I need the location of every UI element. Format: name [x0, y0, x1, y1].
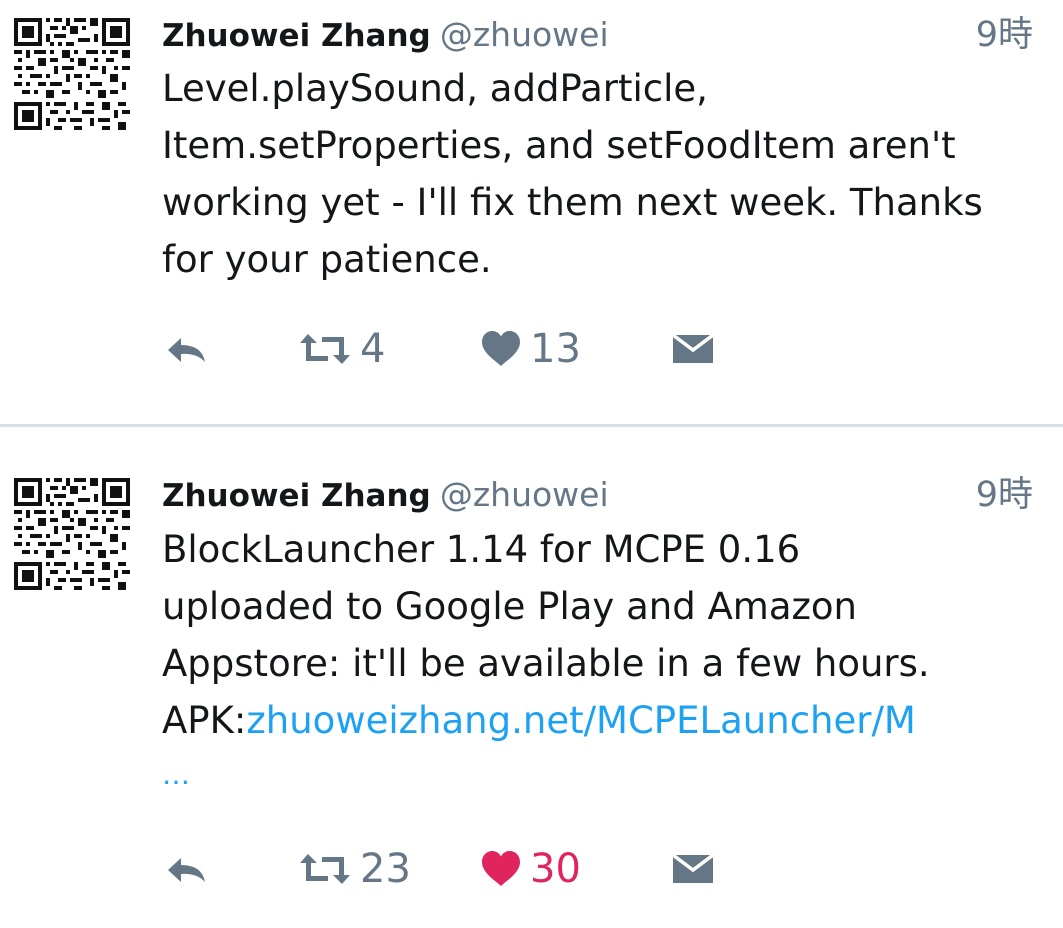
- tweet-text: Level.playSound, addParticle, Item.setPr…: [162, 60, 1042, 288]
- tweet-text: BlockLauncher 1.14 for MCPE 0.16 uploade…: [162, 521, 1042, 749]
- heart-icon: [482, 851, 520, 886]
- tweet-header: Zhuowei Zhang @zhuowei 9時: [162, 10, 1033, 60]
- author-handle[interactable]: @zhuowei: [440, 15, 609, 54]
- tweet-divider: [0, 424, 1063, 427]
- tweet-actions: 23 30: [162, 839, 762, 899]
- timestamp[interactable]: 9時: [976, 470, 1033, 520]
- retweet-count: 4: [360, 326, 386, 372]
- retweet-button[interactable]: 23: [298, 839, 411, 899]
- tweet[interactable]: Zhuowei Zhang @zhuowei 9時 BlockLauncher …: [0, 428, 1063, 928]
- author-name[interactable]: Zhuowei Zhang: [162, 18, 431, 54]
- direct-message-icon: [672, 853, 714, 883]
- retweet-button[interactable]: 4: [298, 319, 385, 379]
- like-count: 13: [530, 326, 581, 372]
- author-handle[interactable]: @zhuowei: [440, 475, 609, 514]
- like-count: 30: [530, 846, 581, 892]
- tweet-text-line: APK:zhuoweizhang.net/MCPELauncher/M: [162, 692, 1042, 749]
- reply-button[interactable]: [164, 839, 210, 899]
- reply-icon: [168, 858, 205, 882]
- retweet-icon: [300, 854, 350, 884]
- link-prefix: APK:: [162, 699, 247, 742]
- tweet-header: Zhuowei Zhang @zhuowei 9時: [162, 470, 1033, 520]
- direct-message-button[interactable]: [672, 319, 714, 379]
- tweet-text-line: working yet - I'll fix them next week. T…: [162, 181, 983, 224]
- tweet-link[interactable]: zhuoweizhang.net/MCPELauncher/M: [246, 699, 916, 742]
- tweet-text-line: Appstore: it'll be available in a few ho…: [162, 642, 930, 685]
- direct-message-button[interactable]: [672, 839, 714, 899]
- tweet-actions: 4 13: [162, 319, 762, 379]
- direct-message-icon: [672, 333, 714, 363]
- tweet[interactable]: Zhuowei Zhang @zhuowei 9時 Level.playSoun…: [0, 0, 1063, 424]
- qr-code-avatar-icon[interactable]: [14, 478, 130, 590]
- link-ellipsis[interactable]: …: [162, 758, 191, 791]
- tweet-text-line: Level.playSound, addParticle,: [162, 67, 708, 110]
- tweet-text-line: Item.setProperties, and setFoodItem aren…: [162, 124, 956, 167]
- tweet-text-line: BlockLauncher 1.14 for MCPE 0.16: [162, 528, 801, 571]
- heart-icon: [482, 331, 520, 366]
- reply-button[interactable]: [164, 319, 210, 379]
- author-name[interactable]: Zhuowei Zhang: [162, 478, 431, 514]
- timestamp[interactable]: 9時: [976, 10, 1033, 60]
- like-button[interactable]: 30: [480, 839, 581, 899]
- like-button[interactable]: 13: [480, 319, 581, 379]
- tweet-text-line: for your patience.: [162, 238, 492, 281]
- retweet-icon: [300, 334, 350, 364]
- reply-icon: [168, 338, 205, 362]
- tweet-text-line: uploaded to Google Play and Amazon: [162, 585, 857, 628]
- qr-code-avatar-icon[interactable]: [14, 18, 130, 130]
- retweet-count: 23: [360, 846, 411, 892]
